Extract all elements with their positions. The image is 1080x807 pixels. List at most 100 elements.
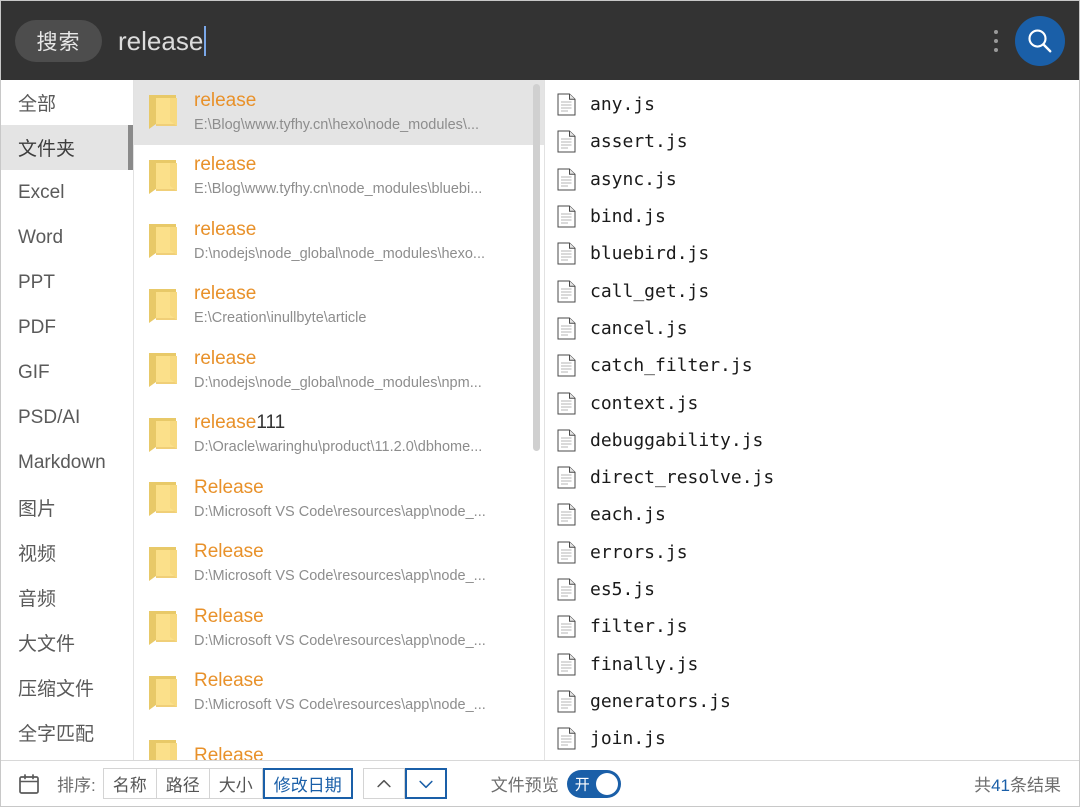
preview-file-row: debuggability.js [557,422,1079,459]
sidebar-item-2[interactable]: Excel [1,170,133,215]
kebab-dot [994,47,998,52]
calendar-icon[interactable] [17,772,41,796]
folder-icon [149,288,177,323]
sidebar-item-12[interactable]: 大文件 [1,620,133,665]
preview-file-row: join.js [557,720,1079,757]
folder-icon [149,482,177,517]
sort-ascending-button[interactable] [362,768,405,799]
result-title-match: Release [194,670,264,692]
result-title: Release [194,476,530,500]
count-suffix: 条结果 [1010,776,1061,795]
results-scrollbar-thumb[interactable] [533,84,540,451]
sort-descending-button[interactable] [404,768,447,799]
preview-file-name: finally.js [590,653,699,675]
preview-file-row: cancel.js [557,310,1079,347]
kebab-menu-icon[interactable] [983,20,1009,62]
folder-icon [149,95,177,130]
search-mode-button[interactable]: 搜索 [15,19,102,62]
result-row[interactable]: release111 D:\Oracle\waringhu\product\11.… [134,403,544,468]
filter-sidebar: 全部文件夹 Excel Word PPT PDF GIF PSD/AI Markdown 图片视… [1,80,134,760]
preview-file-name: debuggability.js [590,429,764,451]
sidebar-item-8[interactable]: Markdown [1,440,133,485]
document-icon [557,130,576,153]
sidebar-item-7[interactable]: PSD/AI [1,395,133,440]
result-row[interactable]: Release D:\Microsoft VS Code\resources\ap… [134,532,544,597]
result-text: release E:\Creation\inullbyte\article [194,282,544,329]
sidebar-item-label: 全字匹配 [18,724,95,745]
result-title: Release [194,744,530,760]
sidebar-item-5[interactable]: PDF [1,305,133,350]
sort-option-label: 大小 [218,776,253,795]
sidebar-item-4[interactable]: PPT [1,260,133,305]
result-title: release [194,218,530,242]
result-text: Release [194,744,544,760]
preview-file-name: any.js [590,94,656,116]
sidebar-item-13[interactable]: 压缩文件 [1,665,133,710]
search-results-list: release E:\Blog\www.tyfhy.cn\hexo\node_mo… [134,80,545,760]
result-path: D:\Microsoft VS Code\resources\app\node_… [194,568,486,585]
result-title: Release [194,605,530,629]
result-row[interactable]: release D:\nodejs\node_global\node_module… [134,338,544,403]
folder-icon [149,546,177,581]
preview-file-name: cancel.js [590,317,688,339]
result-row[interactable]: release E:\Blog\www.tyfhy.cn\hexo\node_mo… [134,80,544,145]
result-title-match: release [194,218,257,240]
file-preview-toggle[interactable]: 开 [566,769,621,798]
result-row[interactable]: Release D:\Microsoft VS Code\resources\ap… [134,596,544,661]
sort-option-button[interactable]: 路径 [156,768,210,799]
sidebar-item-6[interactable]: GIF [1,350,133,395]
preview-file-name: catch_filter.js [590,355,753,377]
folder-icon [149,611,177,646]
sort-option-button[interactable]: 修改日期 [262,768,353,799]
preview-file-name: async.js [590,168,677,190]
sort-option-button[interactable]: 大小 [209,768,263,799]
sidebar-item-9[interactable]: 图片 [1,485,133,530]
preview-file-name: es5.js [590,579,656,600]
result-text: release E:\Blog\www.tyfhy.cn\hexo\node_mo… [194,89,544,136]
sidebar-item-3[interactable]: Word [1,215,133,260]
count-prefix: 共 [974,776,992,795]
sort-option-button[interactable]: 名称 [102,768,157,799]
sidebar-item-label: 文件夹 [18,139,76,160]
document-icon [557,280,576,303]
folder-icon [149,224,177,259]
sidebar-item-0[interactable]: 全部 [1,80,133,125]
document-icon [557,168,576,191]
sidebar-item-1[interactable]: 文件夹 [1,125,133,170]
search-submit-button[interactable] [1015,15,1065,66]
document-icon [557,429,576,452]
preview-file-row: generators.js [557,683,1079,720]
result-row[interactable]: release E:\Blog\www.tyfhy.cn\node_modules… [134,145,544,210]
result-count: 共41条结果 [974,771,1061,796]
result-text: release E:\Blog\www.tyfhy.cn\node_modules… [194,153,544,200]
result-path: D:\Oracle\waringhu\product\11.2.0\dbhome… [194,439,483,456]
result-row[interactable]: Release D:\Microsoft VS Code\resources\ap… [134,467,544,532]
preview-file-row: catch_filter.js [557,347,1079,384]
document-icon [557,503,576,526]
preview-file-name: context.js [590,392,699,414]
folder-icon [149,675,177,710]
result-path: E:\Blog\www.tyfhy.cn\hexo\node_modules\.… [194,116,480,133]
result-row[interactable]: release D:\nodejs\node_global\node_module… [134,209,544,274]
result-title-match: release [194,412,257,434]
result-row[interactable]: release E:\Creation\inullbyte\article [134,274,544,339]
sidebar-item-11[interactable]: 音频 [1,575,133,620]
search-input[interactable]: release [118,20,983,62]
sidebar-item-10[interactable]: 视频 [1,530,133,575]
result-title: release [194,347,530,371]
result-text: Release D:\Microsoft VS Code\resources\ap… [194,605,544,652]
sidebar-item-label: 大文件 [18,634,76,655]
result-row[interactable]: Release D:\Microsoft VS Code\resources\ap… [134,661,544,726]
document-icon [557,317,576,340]
results-scrollbar[interactable] [532,80,541,760]
sidebar-item-label: 视频 [18,544,57,565]
preview-file-name: generators.js [590,690,731,712]
preview-file-name: assert.js [590,131,688,153]
result-row[interactable]: Release [134,725,544,760]
folder-icon [149,417,177,452]
sidebar-item-label: PPT [18,271,55,293]
sidebar-item-14[interactable]: 全字匹配 [1,710,133,755]
result-text: release D:\nodejs\node_global\node_module… [194,347,544,394]
result-path: D:\Microsoft VS Code\resources\app\node_… [194,697,486,714]
result-path: E:\Blog\www.tyfhy.cn\node_modules\bluebi… [194,181,483,198]
